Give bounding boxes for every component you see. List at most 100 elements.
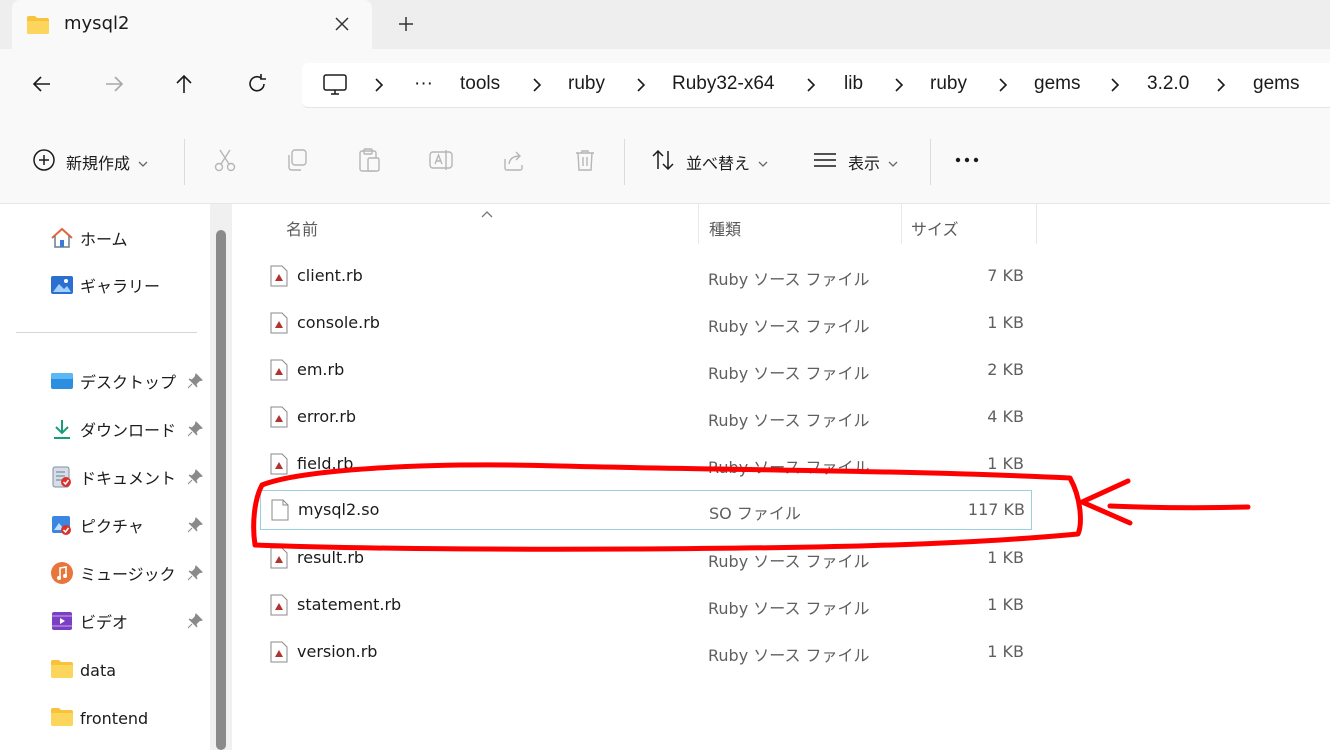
window-tab[interactable]: mysql2 xyxy=(12,0,372,49)
sidebar-item-music[interactable]: ミュージック xyxy=(50,558,176,588)
toolbar-divider xyxy=(184,139,185,185)
new-button[interactable]: 新規作成 xyxy=(32,147,148,177)
pin-icon[interactable] xyxy=(186,468,204,486)
file-size: 1 KB xyxy=(987,642,1024,661)
generic-file-icon xyxy=(271,499,289,521)
breadcrumb-3-2-0[interactable]: 3.2.0 xyxy=(1147,73,1189,95)
refresh-icon[interactable] xyxy=(243,70,271,98)
sidebar-item-desktop[interactable]: デスクトップ xyxy=(50,366,176,396)
more-dots-icon xyxy=(954,147,980,177)
address-overflow-button[interactable]: ··· xyxy=(414,73,433,95)
scissors-icon xyxy=(212,147,238,177)
rename-button[interactable] xyxy=(428,147,454,177)
sidebar-item-pictures[interactable]: ピクチャ xyxy=(50,510,144,540)
column-divider[interactable] xyxy=(901,204,902,244)
table-row[interactable]: error.rb Ruby ソース ファイル 4 KB xyxy=(260,398,1030,436)
pin-icon[interactable] xyxy=(186,564,204,582)
chevron-right-icon[interactable] xyxy=(1214,77,1228,93)
pin-icon[interactable] xyxy=(186,420,204,438)
sidebar-item-label: ミュージック xyxy=(80,565,176,584)
ruby-file-icon xyxy=(270,594,288,616)
sidebar-item-data[interactable]: data xyxy=(50,655,116,685)
file-type: SO ファイル xyxy=(709,504,801,523)
sidebar-divider xyxy=(16,332,197,333)
chevron-right-icon[interactable] xyxy=(372,77,386,93)
column-header-name[interactable]: 名前 xyxy=(286,216,318,240)
copy-button[interactable] xyxy=(284,147,310,177)
sidebar-item-downloads[interactable]: ダウンロード xyxy=(50,414,176,444)
file-size: 1 KB xyxy=(987,548,1024,567)
share-button[interactable] xyxy=(500,147,526,177)
sort-arrows-icon xyxy=(650,147,676,177)
table-row[interactable]: console.rb Ruby ソース ファイル 1 KB xyxy=(260,304,1030,342)
cut-button[interactable] xyxy=(212,147,238,177)
more-options-button[interactable] xyxy=(954,147,980,177)
table-row[interactable]: client.rb Ruby ソース ファイル 7 KB xyxy=(260,257,1030,295)
address-bar[interactable]: ··· tools ruby Ruby32-x64 lib ruby gems … xyxy=(302,63,1330,108)
breadcrumb-ruby-2[interactable]: ruby xyxy=(930,73,967,95)
pin-icon[interactable] xyxy=(186,372,204,390)
chevron-down-icon xyxy=(888,153,898,172)
sidebar-item-videos[interactable]: ビデオ xyxy=(50,606,128,636)
gallery-icon xyxy=(50,273,74,297)
table-row[interactable]: em.rb Ruby ソース ファイル 2 KB xyxy=(260,351,1030,389)
chevron-right-icon[interactable] xyxy=(892,77,906,93)
file-name: field.rb xyxy=(297,454,354,473)
ruby-file-icon xyxy=(270,641,288,663)
breadcrumb-gems[interactable]: gems xyxy=(1034,73,1080,95)
sidebar-item-label: ギャラリー xyxy=(80,277,161,296)
up-arrow-icon[interactable] xyxy=(170,70,198,98)
share-icon xyxy=(500,147,526,177)
table-row[interactable]: version.rb Ruby ソース ファイル 1 KB xyxy=(260,633,1030,671)
rename-icon xyxy=(428,147,454,177)
table-row[interactable]: field.rb Ruby ソース ファイル 1 KB xyxy=(260,445,1030,483)
view-button[interactable]: 表示 xyxy=(812,147,898,177)
sidebar-item-gallery[interactable]: ギャラリー xyxy=(50,270,160,300)
table-row[interactable]: statement.rb Ruby ソース ファイル 1 KB xyxy=(260,586,1030,624)
breadcrumb-ruby[interactable]: ruby xyxy=(568,73,605,95)
file-name: result.rb xyxy=(297,548,365,567)
chevron-right-icon[interactable] xyxy=(634,77,648,93)
table-row[interactable]: result.rb Ruby ソース ファイル 1 KB xyxy=(260,539,1030,577)
close-icon[interactable] xyxy=(330,12,354,36)
file-size: 2 KB xyxy=(987,360,1024,379)
chevron-right-icon[interactable] xyxy=(804,77,818,93)
back-arrow-icon[interactable] xyxy=(28,70,56,98)
sidebar-item-documents[interactable]: ドキュメント xyxy=(50,462,176,492)
sidebar-item-label: ドキュメント xyxy=(80,469,177,488)
file-size: 1 KB xyxy=(987,313,1024,332)
chevron-right-icon[interactable] xyxy=(1108,77,1122,93)
column-header-size[interactable]: サイズ xyxy=(911,216,959,240)
file-name: console.rb xyxy=(297,313,380,332)
sidebar-item-home[interactable]: ホーム xyxy=(50,223,128,253)
documents-icon xyxy=(50,465,74,489)
new-tab-plus-icon[interactable] xyxy=(394,12,418,36)
download-icon xyxy=(50,417,74,441)
chevron-right-icon[interactable] xyxy=(996,77,1010,93)
file-size: 1 KB xyxy=(987,454,1024,473)
forward-arrow-icon[interactable] xyxy=(100,70,128,98)
file-type: Ruby ソース ファイル xyxy=(708,646,870,665)
column-divider[interactable] xyxy=(1036,204,1037,244)
breadcrumb-gems-2[interactable]: gems xyxy=(1253,73,1299,95)
file-size: 117 KB xyxy=(967,500,1025,519)
pin-icon[interactable] xyxy=(186,516,204,534)
ruby-file-icon xyxy=(270,265,288,287)
sort-button[interactable]: 並べ替え xyxy=(650,147,768,177)
sidebar-item-frontend[interactable]: frontend xyxy=(50,703,148,733)
delete-button[interactable] xyxy=(572,147,598,177)
column-divider[interactable] xyxy=(698,204,699,244)
breadcrumb-lib[interactable]: lib xyxy=(844,73,863,95)
breadcrumb-ruby32-x64[interactable]: Ruby32-x64 xyxy=(672,73,774,95)
chevron-right-icon[interactable] xyxy=(530,77,544,93)
computer-icon[interactable] xyxy=(322,73,348,97)
pin-icon[interactable] xyxy=(186,612,204,630)
column-header-type[interactable]: 種類 xyxy=(709,216,741,240)
toolbar-divider xyxy=(624,139,625,185)
music-icon xyxy=(50,561,74,585)
sidebar-item-label: デスクトップ xyxy=(80,373,177,392)
paste-button[interactable] xyxy=(356,147,382,177)
sidebar-scrollbar-thumb[interactable] xyxy=(216,230,226,750)
table-row-selected[interactable]: mysql2.so SO ファイル 117 KB xyxy=(260,490,1032,530)
breadcrumb-tools[interactable]: tools xyxy=(460,73,500,95)
